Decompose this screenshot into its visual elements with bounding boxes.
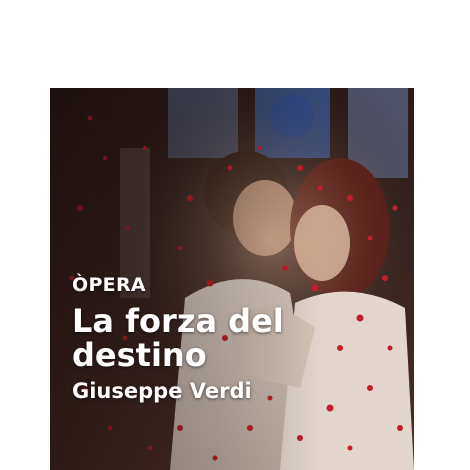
category-label: ÒPERA: [72, 274, 146, 296]
page: ÒPERA La forza del destino Giuseppe Verd…: [0, 0, 470, 470]
event-card[interactable]: ÒPERA La forza del destino Giuseppe Verd…: [50, 88, 414, 470]
event-title: La forza del destino: [72, 304, 402, 372]
event-info: ÒPERA La forza del destino Giuseppe Verd…: [72, 274, 402, 404]
event-title-line-1: La forza del: [72, 302, 284, 340]
event-title-line-2: destino: [72, 336, 207, 374]
composer-name: Giuseppe Verdi: [72, 379, 252, 403]
